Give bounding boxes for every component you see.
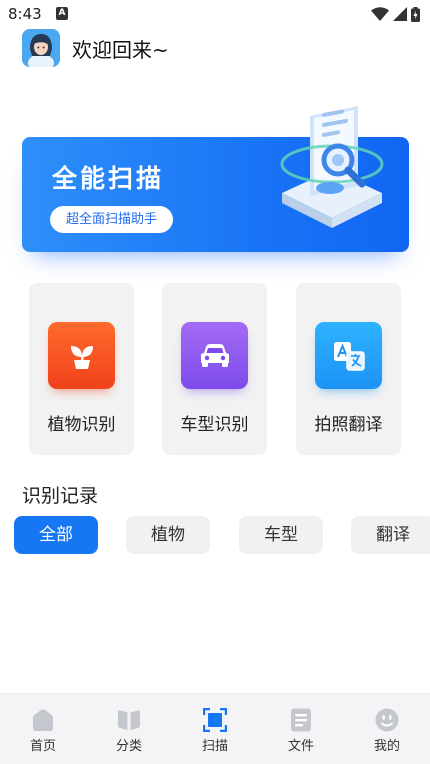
photo-translate-card[interactable]: 拍照翻译 [296,283,401,455]
nav-item-category[interactable]: 分类 [86,694,172,764]
filter-chip-plant[interactable]: 植物 [126,516,210,554]
nav-label-profile: 我的 [373,739,400,754]
nav-item-file[interactable]: 文件 [258,694,344,764]
avatar-image [22,29,60,67]
plant-recognition-card[interactable]: 植物识别 [29,283,134,455]
nav-item-home[interactable]: 首页 [0,694,86,764]
nav-label-scan: 扫描 [201,739,228,754]
plant-recognition-label: 植物识别 [47,415,116,435]
scan-illustration-icon [280,106,384,228]
battery-icon [411,6,420,22]
banner-button[interactable]: 超全面扫描助手 [50,206,174,233]
record-filter-chips: 全部 植物 车型 翻译 [14,516,430,554]
status-icons [371,6,420,22]
file-icon [291,708,311,732]
app-screen: 8:43 A 欢迎回来~ 全能扫描 超全面扫描助手 植物识别 车型识别 拍照翻译… [0,0,430,764]
plant-icon [48,322,115,389]
translate-icon [315,322,382,389]
photo-translate-label: 拍照翻译 [314,415,383,435]
filter-chip-car[interactable]: 车型 [239,516,323,554]
status-time: 8:43 [8,5,42,23]
nav-item-profile[interactable]: 我的 [344,694,430,764]
scan-icon [203,708,227,732]
avatar[interactable] [22,29,60,67]
filter-chip-all[interactable]: 全部 [14,516,98,554]
notification-badge: A [56,7,68,20]
nav-label-file: 文件 [287,739,314,754]
nav-item-scan[interactable]: 扫描 [172,694,258,764]
records-title: 识别记录 [22,485,99,507]
filter-chip-translate[interactable]: 翻译 [351,516,430,554]
home-icon [33,709,53,731]
bottom-nav: 首页 分类 扫描 文件 我的 [0,693,430,764]
banner-title: 全能扫描 [52,164,165,193]
car-recognition-card[interactable]: 车型识别 [162,283,267,455]
wifi-icon [371,7,389,21]
signal-icon [393,7,407,21]
status-bar: 8:43 A [0,0,430,30]
car-recognition-label: 车型识别 [180,415,249,435]
nav-label-category: 分类 [115,739,142,754]
welcome-text: 欢迎回来~ [72,37,169,62]
header: 欢迎回来~ [22,28,169,68]
profile-icon [375,708,399,732]
car-icon [181,322,248,389]
category-icon [118,710,140,730]
nav-label-home: 首页 [29,739,56,754]
